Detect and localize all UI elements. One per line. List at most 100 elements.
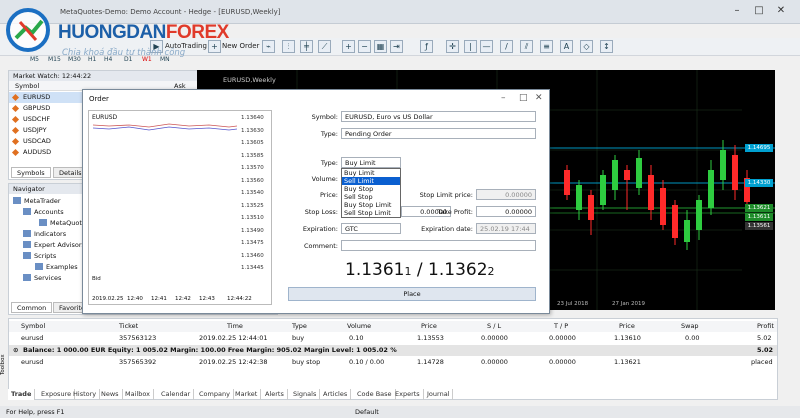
accounts-icon — [23, 208, 31, 215]
tree-label: Accounts — [34, 208, 64, 216]
channel-icon[interactable]: ⫽ — [520, 40, 533, 53]
vertical-line-icon[interactable]: | — [464, 40, 477, 53]
tab-mailbox[interactable]: Mailbox — [122, 389, 154, 400]
cell: 0.00000 — [481, 334, 508, 342]
dropdown-option[interactable]: Buy Stop Limit — [342, 201, 400, 209]
tab-common[interactable]: Common — [11, 302, 53, 313]
stop-limit-input[interactable]: 0.00000 — [476, 189, 536, 200]
logo-text-b: FOREX — [165, 22, 229, 43]
maximize-icon[interactable]: □ — [752, 4, 766, 18]
close-icon[interactable]: ✕ — [535, 93, 543, 103]
logo-tagline: Chia khoá đầu tư thành công — [62, 48, 186, 58]
tab-symbols[interactable]: Symbols — [11, 167, 51, 178]
col-header[interactable]: Volume — [347, 321, 371, 332]
tree-item[interactable]: Examples — [35, 262, 78, 272]
horizontal-line-icon[interactable]: — — [480, 40, 493, 53]
candle-body — [708, 170, 714, 208]
logo-text: HUONGDANFOREX — [58, 22, 229, 44]
tab-calendar[interactable]: Calendar — [158, 389, 195, 400]
dropdown-option[interactable]: Sell Stop — [342, 193, 400, 201]
take-profit-input[interactable]: 0.00000 — [476, 206, 536, 217]
minimize-icon[interactable]: – — [730, 4, 744, 18]
symbol-label: Symbol: — [311, 113, 338, 121]
fibonacci-icon[interactable]: ≡ — [540, 40, 553, 53]
tree-item[interactable]: MetaTrader — [13, 196, 61, 206]
tree-item[interactable]: Scripts — [23, 251, 56, 261]
dropdown-option[interactable]: Sell Stop Limit — [342, 209, 400, 217]
dropdown-option[interactable]: Buy Stop — [342, 185, 400, 193]
order-type-select[interactable]: Buy Limit — [341, 157, 401, 168]
comment-input[interactable] — [341, 240, 536, 251]
zoom-out-icon[interactable]: − — [358, 40, 371, 53]
dropdown-option[interactable]: Buy Limit — [342, 169, 400, 177]
tick-price-label: 1.13445 — [241, 265, 264, 271]
zoom-in-icon[interactable]: + — [342, 40, 355, 53]
price-label: 1.14330 — [745, 179, 773, 187]
col-header[interactable]: Ticket — [119, 321, 138, 332]
expiration-select[interactable]: GTC — [341, 223, 401, 234]
tree-item[interactable]: Services — [23, 273, 61, 283]
dropdown-option[interactable]: Sell Limit — [342, 177, 400, 185]
line-chart-icon[interactable]: ⟋ — [318, 40, 331, 53]
indicators-icon[interactable]: ƒ — [420, 40, 433, 53]
tab-experts[interactable]: Experts — [392, 389, 424, 400]
col-symbol[interactable]: Symbol — [15, 81, 39, 91]
symbol-icon — [11, 126, 20, 135]
tab-code-base[interactable]: Code Base — [354, 389, 396, 400]
tab-journal[interactable]: Journal — [424, 389, 454, 400]
grid-icon[interactable]: ▦ — [374, 40, 387, 53]
tab-trade[interactable]: Trade — [8, 389, 36, 400]
table-row[interactable]: eurusd 357563123 2019.02.25 12:44:01 buy… — [9, 333, 777, 344]
tree-label: Indicators — [34, 230, 67, 238]
crosshair-icon[interactable]: ✛ — [446, 40, 459, 53]
tick-time: 12:41 — [151, 296, 167, 302]
trendline-icon[interactable]: / — [500, 40, 513, 53]
col-header[interactable]: Symbol — [21, 321, 45, 332]
place-button[interactable]: Place — [288, 287, 536, 301]
tab-articles[interactable]: Articles — [320, 389, 352, 400]
text-icon[interactable]: A — [560, 40, 573, 53]
tree-item[interactable]: Expert Advisors — [23, 240, 85, 250]
bar-chart-icon[interactable]: ⫶ — [282, 40, 295, 53]
col-header[interactable]: Type — [292, 321, 307, 332]
arrows-icon[interactable]: ↕ — [600, 40, 613, 53]
col-header[interactable]: Swap — [681, 321, 699, 332]
type-select[interactable]: Pending Order — [341, 128, 536, 139]
symbol-icon — [11, 115, 20, 124]
table-row[interactable]: eurusd 357565392 2019.02.25 12:42:38 buy… — [9, 357, 777, 368]
autoscroll-icon[interactable]: ⇥ — [390, 40, 403, 53]
trend-icon[interactable]: ⌁ — [262, 40, 275, 53]
tree-item[interactable]: Indicators — [23, 229, 66, 239]
candle-body — [720, 150, 726, 180]
symbol-select[interactable]: EURUSD, Euro vs US Dollar — [341, 111, 536, 122]
tab-history[interactable]: History — [70, 389, 101, 400]
col-header[interactable]: T / P — [554, 321, 568, 332]
col-header[interactable]: Time — [227, 321, 243, 332]
candle-chart-icon[interactable]: ╪ — [300, 40, 313, 53]
toolbox-side-label[interactable]: Toolbox — [0, 330, 8, 400]
col-header[interactable]: Price — [619, 321, 635, 332]
tree-item[interactable]: MetaQuot — [39, 218, 82, 228]
expiration-date-input[interactable]: 25.02.19 17:44 — [476, 223, 536, 234]
minimize-icon[interactable]: – — [501, 93, 506, 103]
tab-signals[interactable]: Signals — [290, 389, 321, 400]
maximize-icon[interactable]: □ — [519, 93, 528, 103]
tab-news[interactable]: News — [98, 389, 123, 400]
balance-text: Balance: 1 000.00 EUR Equity: 1 005.02 M… — [23, 346, 397, 354]
cell: 1.13553 — [417, 334, 444, 342]
cell: 2019.02.25 12:42:38 — [199, 358, 268, 366]
tree-label: Services — [34, 274, 62, 282]
tab-alerts[interactable]: Alerts — [262, 389, 288, 400]
tab-company[interactable]: Company — [196, 389, 234, 400]
col-header[interactable]: Profit — [757, 321, 774, 332]
close-icon[interactable]: ✕ — [774, 4, 788, 18]
price-label: 1.13561 — [745, 222, 773, 230]
cell: 1.13621 — [614, 358, 641, 366]
tick-price-label: 1.13560 — [241, 177, 264, 184]
col-header[interactable]: S / L — [487, 321, 501, 332]
tab-market[interactable]: Market — [232, 389, 262, 400]
shapes-icon[interactable]: ◇ — [580, 40, 593, 53]
col-header[interactable]: Price — [421, 321, 437, 332]
cell: 357563123 — [119, 334, 157, 342]
tree-item[interactable]: Accounts — [23, 207, 64, 217]
